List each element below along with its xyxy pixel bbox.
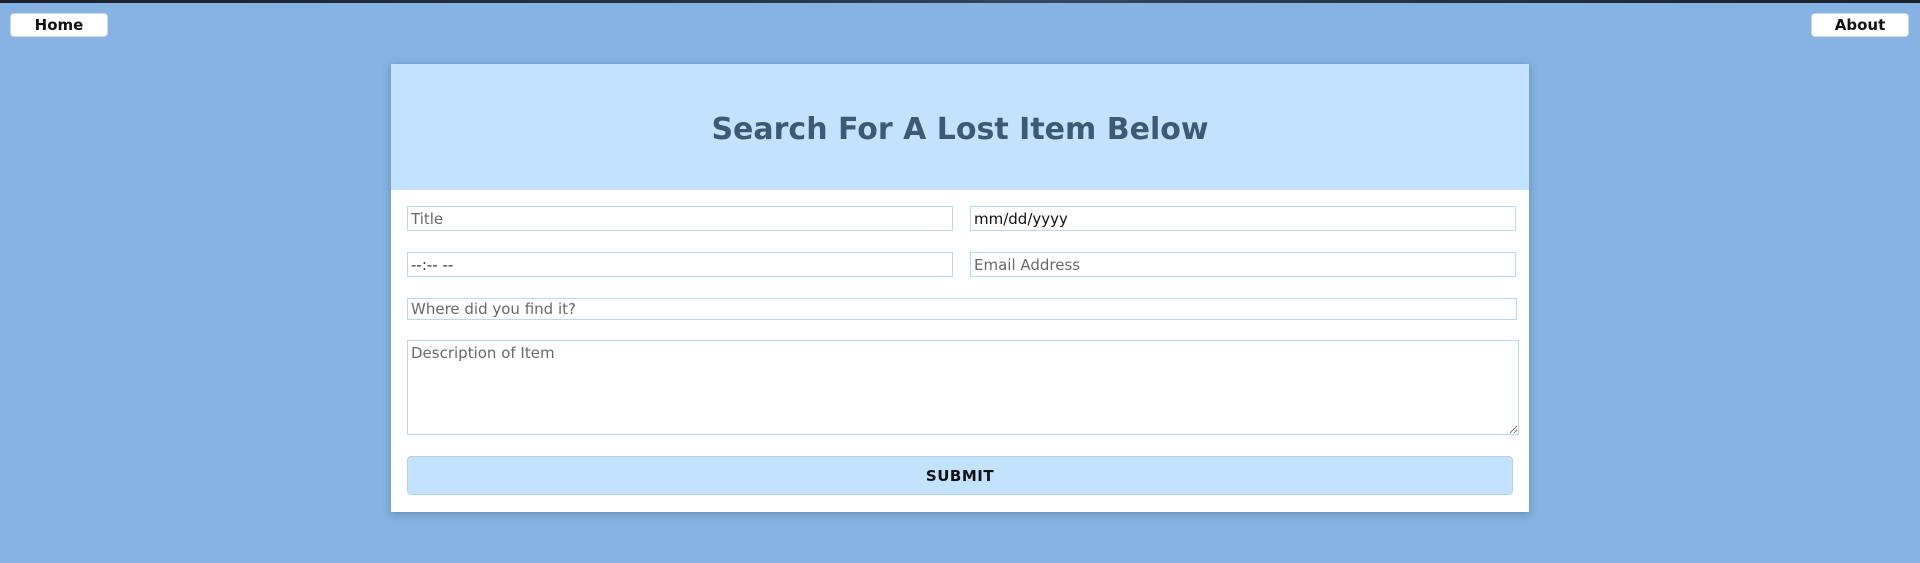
- lost-item-search-form: Search For A Lost Item Below SUBMIT: [391, 64, 1529, 512]
- about-button[interactable]: About: [1811, 13, 1909, 37]
- location-input[interactable]: [407, 298, 1517, 320]
- description-textarea[interactable]: [407, 340, 1519, 435]
- email-input[interactable]: [970, 252, 1516, 277]
- form-header: Search For A Lost Item Below: [391, 64, 1529, 190]
- time-input[interactable]: [407, 252, 953, 277]
- browser-top-strip: [0, 0, 1920, 3]
- title-input[interactable]: [407, 206, 953, 231]
- submit-button[interactable]: SUBMIT: [407, 456, 1513, 495]
- page-title: Search For A Lost Item Below: [711, 111, 1209, 147]
- date-input[interactable]: [970, 206, 1516, 231]
- home-button[interactable]: Home: [10, 13, 108, 37]
